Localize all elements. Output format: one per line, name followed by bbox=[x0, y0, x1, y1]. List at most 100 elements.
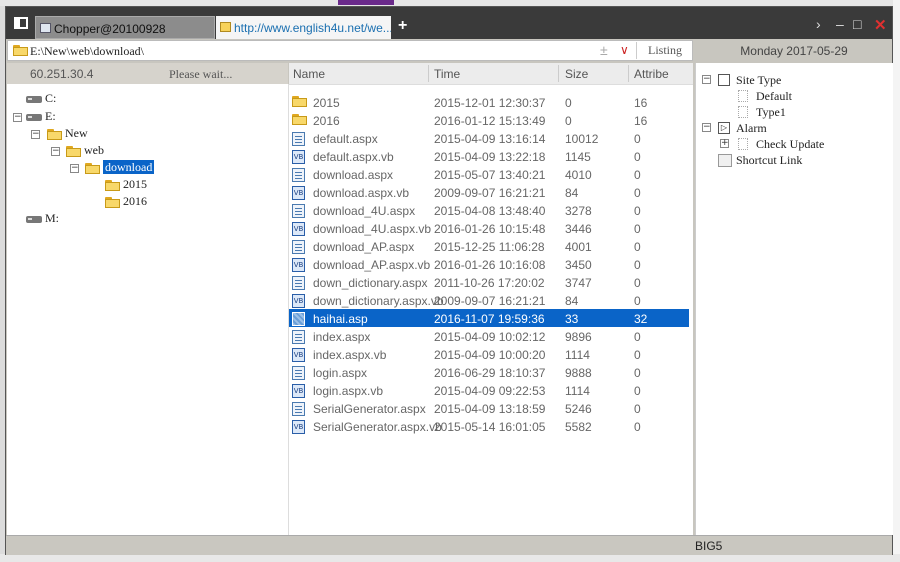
alarm-label[interactable]: Alarm bbox=[736, 121, 767, 136]
site-type-checkbox[interactable] bbox=[718, 74, 730, 86]
asp-file-icon bbox=[292, 312, 305, 326]
column-divider[interactable] bbox=[558, 65, 559, 82]
file-row[interactable]: VB index.aspx.vb 2015-04-09 10:00:20 1114 0 bbox=[289, 345, 689, 363]
file-row[interactable]: default.aspx 2015-04-09 13:16:14 10012 0 bbox=[289, 129, 689, 147]
plus-minus-icon[interactable]: ± bbox=[600, 42, 608, 58]
file-attribe: 0 bbox=[634, 132, 641, 146]
connection-status: 60.251.30.4 Please wait... bbox=[7, 63, 288, 84]
file-row[interactable]: haihai.asp 2016-11-07 19:59:36 33 32 bbox=[289, 309, 689, 327]
tree-label-selected: download bbox=[103, 160, 155, 174]
tree-folder-web[interactable]: web bbox=[66, 143, 104, 158]
folder-open-icon bbox=[85, 162, 100, 174]
vb-file-icon: VB bbox=[292, 222, 305, 236]
folder-icon bbox=[13, 45, 28, 56]
file-attribe: 16 bbox=[634, 96, 648, 110]
tab-folder-icon bbox=[220, 22, 231, 32]
tree-label: New bbox=[65, 126, 88, 140]
file-time: 2016-06-29 18:10:37 bbox=[434, 366, 546, 380]
column-name[interactable]: Name bbox=[293, 67, 325, 81]
collapse-toggle[interactable]: − bbox=[702, 75, 711, 84]
column-divider[interactable] bbox=[628, 65, 629, 82]
aspx-file-icon bbox=[292, 276, 305, 290]
file-row[interactable]: down_dictionary.aspx 2011-10-26 17:20:02 3… bbox=[289, 273, 689, 291]
collapse-toggle[interactable]: − bbox=[70, 164, 79, 173]
file-attribe: 0 bbox=[634, 168, 641, 182]
aspx-file-icon bbox=[292, 132, 305, 146]
address-path[interactable]: E:\New\web\download\ bbox=[30, 44, 144, 59]
file-list-header: Name Time Size Attribe bbox=[289, 63, 693, 85]
tree-folder-download[interactable]: download bbox=[85, 160, 155, 175]
aspx-file-icon bbox=[292, 402, 305, 416]
maximize-button[interactable]: □ bbox=[853, 16, 861, 32]
tree-folder-new[interactable]: New bbox=[47, 126, 88, 141]
tree-drive-e[interactable]: E: bbox=[26, 109, 56, 124]
add-tab-button[interactable]: + bbox=[398, 17, 407, 35]
file-size: 4010 bbox=[565, 168, 592, 182]
file-row[interactable]: VB default.aspx.vb 2015-04-09 13:22:18 1145… bbox=[289, 147, 689, 165]
file-row[interactable]: index.aspx 2015-04-09 10:02:12 9896 0 bbox=[289, 327, 689, 345]
tree-folder-2015[interactable]: 2015 bbox=[105, 177, 147, 192]
file-name: SerialGenerator.aspx bbox=[313, 402, 426, 416]
file-row[interactable]: download_4U.aspx 2015-04-08 13:48:40 3278 0 bbox=[289, 201, 689, 219]
address-bar[interactable]: E:\New\web\download\ ± ∨ Listing bbox=[7, 40, 693, 61]
shortcut-link-label[interactable]: Shortcut Link bbox=[736, 153, 802, 168]
tree-folder-2016[interactable]: 2016 bbox=[105, 194, 147, 209]
file-attribe: 0 bbox=[634, 330, 641, 344]
tree-drive-c[interactable]: C: bbox=[26, 91, 56, 106]
collapse-toggle[interactable]: − bbox=[13, 113, 22, 122]
column-time[interactable]: Time bbox=[434, 67, 460, 81]
window-icon[interactable] bbox=[14, 17, 28, 29]
column-size[interactable]: Size bbox=[565, 67, 588, 81]
file-time: 2009-09-07 16:21:21 bbox=[434, 294, 546, 308]
loading-status: Please wait... bbox=[169, 67, 233, 81]
folder-icon bbox=[47, 128, 62, 140]
alarm-icon: ▷ bbox=[718, 122, 730, 134]
tree-label: 2015 bbox=[123, 177, 147, 191]
file-time: 2015-04-09 13:16:14 bbox=[434, 132, 546, 146]
file-time: 2009-09-07 16:21:21 bbox=[434, 186, 546, 200]
file-row[interactable]: download_AP.aspx 2015-12-25 11:06:28 4001 0 bbox=[289, 237, 689, 255]
tab-label: http://www.english4u.net/we... bbox=[234, 21, 391, 35]
file-time: 2011-10-26 17:20:02 bbox=[434, 276, 545, 290]
file-row[interactable]: login.aspx 2016-06-29 18:10:37 9888 0 bbox=[289, 363, 689, 381]
expand-toggle[interactable]: + bbox=[720, 139, 729, 148]
site-type-default[interactable]: Default bbox=[756, 89, 792, 104]
file-row[interactable]: VB download_AP.aspx.vb 2016-01-26 10:16:08… bbox=[289, 255, 689, 273]
dropdown-chevron-icon[interactable]: ∨ bbox=[620, 43, 629, 57]
tree-drive-m[interactable]: M: bbox=[26, 211, 59, 226]
file-row[interactable]: 2016 2016-01-12 15:13:49 0 16 bbox=[289, 111, 689, 129]
file-time: 2015-04-09 09:22:53 bbox=[434, 384, 546, 398]
chevron-right-icon[interactable]: › bbox=[816, 16, 821, 32]
tab-chopper[interactable]: Chopper@20100928 bbox=[35, 16, 215, 39]
file-attribe: 0 bbox=[634, 294, 641, 308]
vb-file-icon: VB bbox=[292, 348, 305, 362]
tree-label: web bbox=[84, 143, 104, 157]
file-row[interactable]: VB download_4U.aspx.vb 2016-01-26 10:15:48… bbox=[289, 219, 689, 237]
minimize-button[interactable]: – bbox=[836, 16, 844, 32]
date-label: Monday 2017-05-29 bbox=[740, 44, 848, 58]
site-type-type1[interactable]: Type1 bbox=[756, 105, 786, 120]
file-row[interactable]: VB down_dictionary.aspx.vb 2009-09-07 16:2… bbox=[289, 291, 689, 309]
folder-icon bbox=[105, 179, 120, 191]
file-attribe: 0 bbox=[634, 402, 641, 416]
site-type-label[interactable]: Site Type bbox=[736, 73, 781, 88]
file-row[interactable]: VB download.aspx.vb 2009-09-07 16:21:21 84 0 bbox=[289, 183, 689, 201]
collapse-toggle[interactable]: − bbox=[702, 123, 711, 132]
file-row[interactable]: 2015 2015-12-01 12:30:37 0 16 bbox=[289, 93, 689, 111]
listing-button[interactable]: Listing bbox=[636, 42, 693, 59]
check-update-label[interactable]: Check Update bbox=[756, 137, 824, 152]
close-button[interactable]: ✕ bbox=[874, 16, 887, 34]
column-attribe[interactable]: Attribe bbox=[634, 67, 669, 81]
file-size: 1114 bbox=[565, 384, 590, 398]
file-row[interactable]: SerialGenerator.aspx 2015-04-09 13:18:59 5… bbox=[289, 399, 689, 417]
collapse-toggle[interactable]: − bbox=[51, 147, 60, 156]
file-size: 33 bbox=[565, 312, 579, 326]
tab-site-url[interactable]: http://www.english4u.net/we... bbox=[216, 16, 391, 39]
file-row[interactable]: VB login.aspx.vb 2015-04-09 09:22:53 1114 0 bbox=[289, 381, 689, 399]
file-name: default.aspx bbox=[313, 132, 378, 146]
file-name: download_4U.aspx bbox=[313, 204, 416, 218]
file-row[interactable]: VB SerialGenerator.aspx.vb 2015-05-14 16:0… bbox=[289, 417, 689, 435]
column-divider[interactable] bbox=[428, 65, 429, 82]
collapse-toggle[interactable]: − bbox=[31, 130, 40, 139]
file-row[interactable]: download.aspx 2015-05-07 13:40:21 4010 0 bbox=[289, 165, 689, 183]
